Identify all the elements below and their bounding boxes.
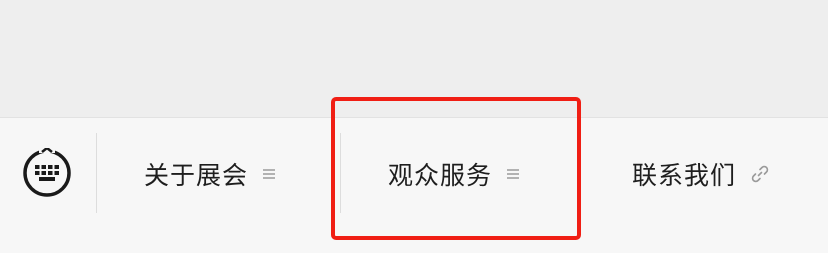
top-blank-area: [0, 0, 828, 117]
menu-item-about-exhibition[interactable]: 关于展会: [144, 154, 276, 194]
menu-item-visitor-services[interactable]: 观众服务: [388, 154, 520, 194]
menu-item-label: 观众服务: [388, 161, 493, 190]
menu-item-contact-us[interactable]: 联系我们: [632, 154, 770, 194]
menu-lines-icon: [506, 167, 520, 181]
bottom-menu-bar: 关于展会 观众服务 联系我们: [0, 117, 828, 253]
menu-item-label: 关于展会: [144, 161, 249, 190]
keyboard-icon: [23, 148, 71, 197]
menu-divider: [340, 133, 341, 213]
menu-item-label: 联系我们: [632, 161, 737, 190]
menu-divider: [96, 133, 97, 213]
link-icon: [750, 164, 770, 184]
keyboard-toggle-button[interactable]: [22, 148, 72, 198]
menu-lines-icon: [262, 167, 276, 181]
